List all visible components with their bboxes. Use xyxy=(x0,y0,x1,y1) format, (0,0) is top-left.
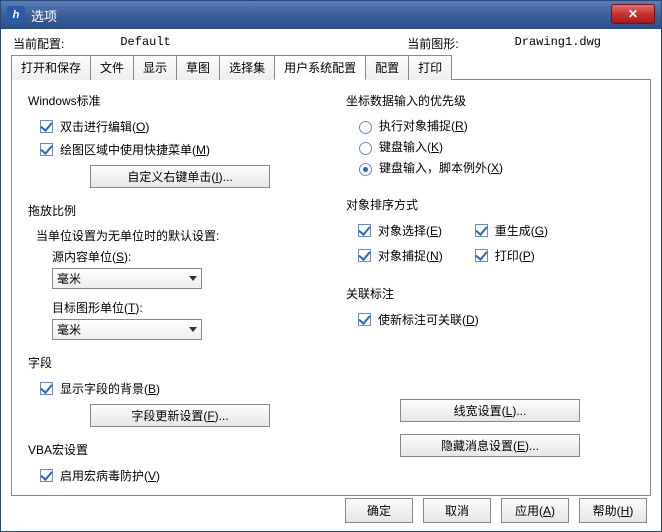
tgt-units-label: 目标图形单位(T): xyxy=(52,299,324,316)
checkbox-sort-regen-input[interactable] xyxy=(475,224,488,237)
group-windows-standard: Windows标准 xyxy=(28,92,324,109)
group-field: 字段 xyxy=(28,354,324,371)
tab-1[interactable]: 文件 xyxy=(90,55,134,80)
chevron-down-icon xyxy=(189,327,197,332)
checkbox-sort-sel[interactable]: 对象选择(E) xyxy=(354,221,443,240)
radio-keyboard-except-script-input[interactable] xyxy=(359,163,372,176)
checkbox-dblclick-edit[interactable]: 双击进行编辑(O) xyxy=(36,117,324,136)
tab-7[interactable]: 打印 xyxy=(408,55,452,80)
checkbox-sort-osnap[interactable]: 对象捕捉(N) xyxy=(354,246,443,265)
tab-0[interactable]: 打开和保存 xyxy=(11,55,91,80)
checkbox-assoc-dim[interactable]: 使新标注可关联(D) xyxy=(354,310,642,329)
current-profile-label: 当前配置: xyxy=(13,35,64,52)
checkbox-assoc-dim-input[interactable] xyxy=(358,313,371,326)
tgt-units-select[interactable]: 毫米 xyxy=(52,319,202,340)
cancel-button[interactable]: 取消 xyxy=(423,498,491,523)
radio-exec-osnap-input[interactable] xyxy=(359,121,372,134)
group-vba: VBA宏设置 xyxy=(28,441,324,458)
group-coord-priority: 坐标数据输入的优先级 xyxy=(346,92,642,109)
help-button[interactable]: 帮助(H) xyxy=(579,498,647,523)
tab-2[interactable]: 显示 xyxy=(133,55,177,80)
group-drag-scale: 拖放比例 xyxy=(28,202,324,219)
current-drawing-value: Drawing1.dwg xyxy=(515,35,601,52)
radio-keyboard-input[interactable] xyxy=(359,142,372,155)
group-sort: 对象排序方式 xyxy=(346,196,642,213)
tab-6[interactable]: 配置 xyxy=(365,55,409,80)
checkbox-field-bg-input[interactable] xyxy=(40,382,53,395)
field-update-settings-button[interactable]: 字段更新设置(F)... xyxy=(90,404,270,427)
app-icon: h xyxy=(7,6,25,24)
custom-right-click-button[interactable]: 自定义右键单击(I)... xyxy=(90,165,270,188)
apply-button[interactable]: 应用(A) xyxy=(501,498,569,523)
group-assoc-dim: 关联标注 xyxy=(346,285,642,302)
chevron-down-icon xyxy=(189,276,197,281)
window-title: 选项 xyxy=(31,6,57,25)
radio-keyboard[interactable]: 键盘输入(K) xyxy=(354,138,642,155)
checkbox-dblclick-edit-input[interactable] xyxy=(40,120,53,133)
tab-3[interactable]: 草图 xyxy=(176,55,220,80)
src-units-label: 源内容单位(S): xyxy=(52,248,324,265)
checkbox-sort-osnap-input[interactable] xyxy=(358,249,371,262)
scale-subtitle: 当单位设置为无单位时的默认设置: xyxy=(36,227,324,244)
checkbox-sort-print-input[interactable] xyxy=(475,249,488,262)
radio-keyboard-except-script[interactable]: 键盘输入，脚本例外(X) xyxy=(354,159,642,176)
lineweight-settings-button[interactable]: 线宽设置(L)... xyxy=(400,399,580,422)
src-units-select[interactable]: 毫米 xyxy=(52,268,202,289)
close-button[interactable]: ✕ xyxy=(611,4,655,24)
close-icon: ✕ xyxy=(628,7,638,21)
checkbox-macro-virus-input[interactable] xyxy=(40,469,53,482)
hidden-message-settings-button[interactable]: 隐藏消息设置(E)... xyxy=(400,434,580,457)
checkbox-sort-sel-input[interactable] xyxy=(358,224,371,237)
current-profile-value: Default xyxy=(120,35,170,52)
radio-exec-osnap[interactable]: 执行对象捕捉(R) xyxy=(354,117,642,134)
checkbox-macro-virus[interactable]: 启用宏病毒防护(V) xyxy=(36,466,324,485)
current-drawing-label: 当前图形: xyxy=(407,35,458,52)
checkbox-sort-regen[interactable]: 重生成(G) xyxy=(471,221,548,240)
checkbox-field-bg[interactable]: 显示字段的背景(B) xyxy=(36,379,324,398)
checkbox-sort-print[interactable]: 打印(P) xyxy=(471,246,548,265)
tab-4[interactable]: 选择集 xyxy=(219,55,275,80)
checkbox-shortcut-menu-input[interactable] xyxy=(40,143,53,156)
ok-button[interactable]: 确定 xyxy=(345,498,413,523)
tab-5[interactable]: 用户系统配置 xyxy=(274,55,366,80)
checkbox-shortcut-menu[interactable]: 绘图区域中使用快捷菜单(M) xyxy=(36,140,324,159)
